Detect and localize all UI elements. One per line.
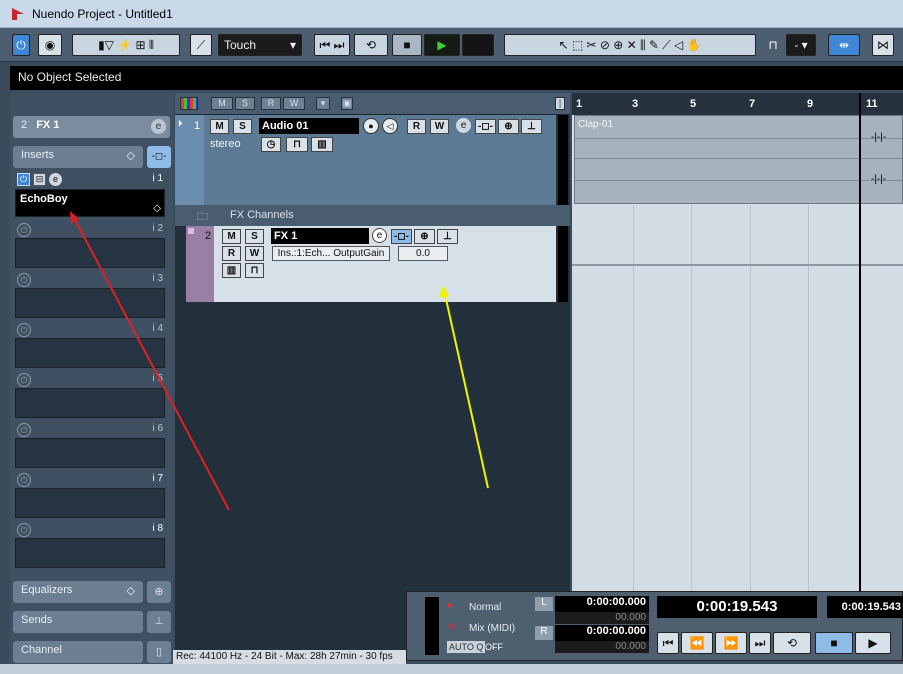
annotation-arrows bbox=[70, 211, 489, 511]
yellow-arrow bbox=[439, 285, 489, 489]
red-arrow bbox=[70, 211, 230, 511]
